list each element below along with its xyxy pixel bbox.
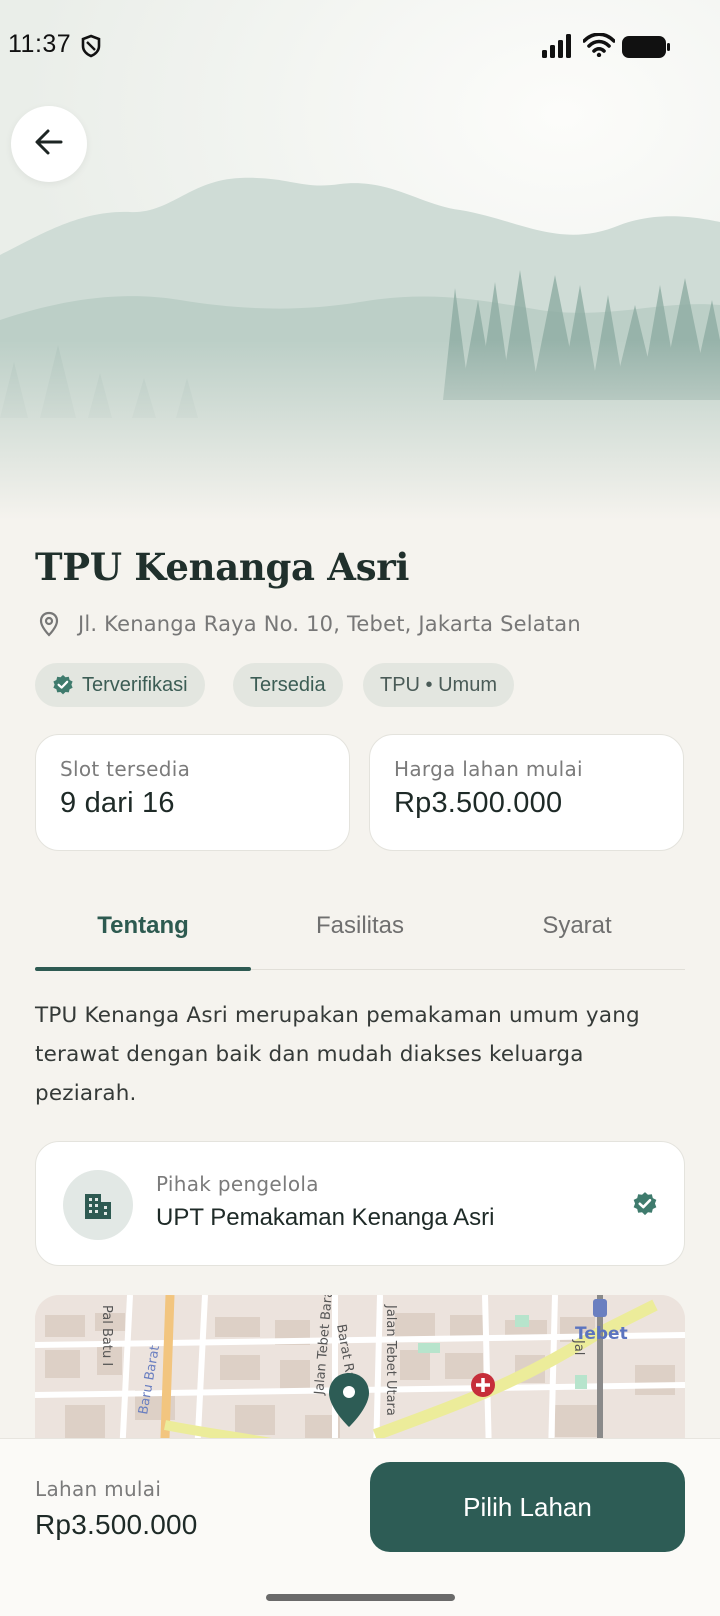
home-indicator[interactable] [266,1594,455,1601]
status-time: 11:37 [8,30,72,58]
map-label-tebet: Tebet [575,1324,628,1344]
tab-bar: Tentang Fasilitas Syarat [35,900,685,971]
price-label: Harga lahan mulai [394,757,583,781]
tab-fasilitas[interactable]: Fasilitas [252,900,468,968]
type-chip: TPU • Umum [363,663,515,707]
map-label-pal-batu: Pal Batu I [99,1305,114,1366]
manager-label: Pihak pengelola [156,1172,319,1196]
active-tab-indicator [35,967,251,971]
manager-name: UPT Pemakaman Kenanga Asri [156,1204,495,1231]
status-bar: 11:37 [0,0,720,96]
page-title: TPU Kenanga Asri [35,545,410,589]
tab-tentang[interactable]: Tentang [35,900,251,968]
tab-syarat[interactable]: Syarat [469,900,685,968]
shield-icon [80,34,102,63]
verified-badge-icon [632,1191,658,1221]
slot-value: 9 dari 16 [60,787,175,819]
verified-chip-label: Terverifikasi [82,673,188,696]
availability-chip: Tersedia [233,663,343,707]
map-label-tebet-utara: Jalan Tebet Utara [383,1304,398,1416]
bottom-action-bar: Lahan mulai Rp3.500.000 Pilih Lahan [0,1438,720,1616]
bottom-price-value: Rp3.500.000 [35,1509,198,1540]
slot-card: Slot tersedia 9 dari 16 [35,734,350,851]
back-button[interactable] [11,106,87,182]
arrow-left-icon [33,126,65,162]
address-text: Jl. Kenanga Raya No. 10, Tebet, Jakarta … [78,612,581,636]
cell-signal-icon [542,34,574,63]
about-text: TPU Kenanga Asri merupakan pemakaman umu… [35,1003,640,1106]
battery-icon [622,36,670,63]
manager-card[interactable]: Pihak pengelola UPT Pemakaman Kenanga As… [35,1141,685,1266]
verified-chip: Terverifikasi [35,663,205,707]
availability-chip-label: Tersedia [250,673,326,696]
bottom-price-label: Lahan mulai [35,1477,162,1501]
choose-plot-button[interactable]: Pilih Lahan [370,1462,685,1552]
verified-badge-icon [52,674,74,696]
hospital-icon [471,1373,495,1397]
type-chip-label: TPU • Umum [380,673,498,696]
building-icon [63,1170,133,1240]
price-value: Rp3.500.000 [394,787,563,819]
location-pin-icon [38,611,60,641]
wifi-icon [582,32,616,62]
slot-label: Slot tersedia [60,757,191,781]
price-card: Harga lahan mulai Rp3.500.000 [369,734,684,851]
